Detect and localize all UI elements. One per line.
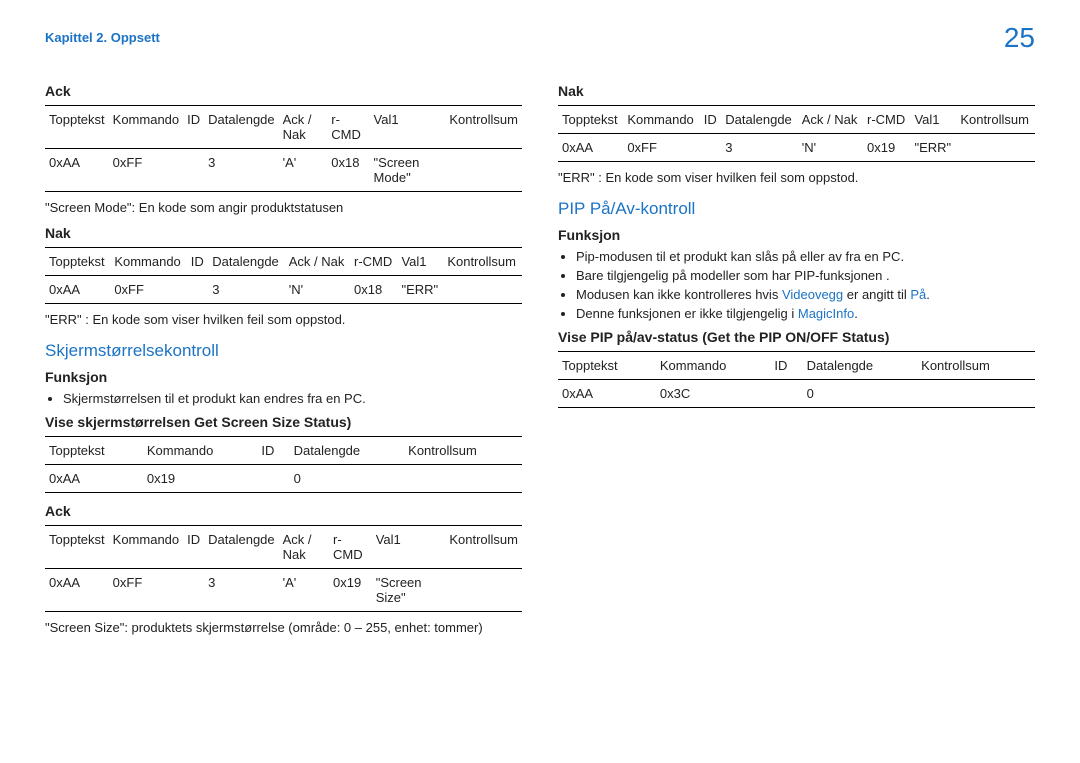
col-datalengde: Datalengde — [204, 106, 279, 149]
col-topptekst: Topptekst — [45, 106, 109, 149]
text: Modusen kan ikke kontrolleres hvis — [576, 287, 782, 302]
table-row: 0xAA 0x19 0 — [45, 465, 522, 493]
ack2-note: "Screen Size": produktets skjermstørrels… — [45, 620, 522, 635]
col-kommando: Kommando — [109, 106, 183, 149]
ack-table: Topptekst Kommando ID Datalengde Ack / N… — [45, 105, 522, 192]
vise-pip-heading: Vise PIP på/av-status (Get the PIP ON/OF… — [558, 329, 1035, 345]
nak-heading: Nak — [45, 225, 522, 241]
right-column: Nak Topptekst Kommando ID Datalengde Ack… — [558, 73, 1035, 643]
funksjon-heading-right: Funksjon — [558, 227, 1035, 243]
text: . — [854, 306, 858, 321]
magicinfo-link[interactable]: MagicInfo — [798, 306, 854, 321]
nak-table-right: Topptekst Kommando ID Datalengde Ack / N… — [558, 105, 1035, 162]
nak-heading-right: Nak — [558, 83, 1035, 99]
list-item: Modusen kan ikke kontrolleres hvis Video… — [576, 287, 1035, 302]
list-item: Bare tilgjengelig på modeller som har PI… — [576, 268, 1035, 283]
vise-table: Topptekst Kommando ID Datalengde Kontrol… — [45, 436, 522, 493]
pa-link[interactable]: På — [910, 287, 926, 302]
text: er angitt til — [843, 287, 910, 302]
funksjon-list-right: Pip-modusen til et produkt kan slås på e… — [558, 249, 1035, 321]
ack-note: "Screen Mode": En kode som angir produkt… — [45, 200, 522, 215]
videovegg-link[interactable]: Videovegg — [782, 287, 843, 302]
table-row: 0xAA 0xFF 3 'N' 0x19 "ERR" — [558, 134, 1035, 162]
col-kontrollsum: Kontrollsum — [445, 106, 522, 149]
table-row: 0xAA 0x3C 0 — [558, 380, 1035, 408]
page-number: 25 — [1004, 22, 1035, 54]
vise-heading: Vise skjermstørrelsen Get Screen Size St… — [45, 414, 522, 430]
two-column-layout: Ack Topptekst Kommando ID Datalengde Ack… — [45, 73, 1035, 643]
table-row: 0xAA 0xFF 3 'A' 0x18 "Screen Mode" — [45, 149, 522, 192]
col-acknak: Ack / Nak — [279, 106, 328, 149]
list-item: Pip-modusen til et produkt kan slås på e… — [576, 249, 1035, 264]
left-column: Ack Topptekst Kommando ID Datalengde Ack… — [45, 73, 522, 643]
pip-heading: PIP På/Av-kontroll — [558, 199, 1035, 219]
text: Denne funksjonen er ikke tilgjengelig i — [576, 306, 798, 321]
col-val1: Val1 — [370, 106, 446, 149]
nak-table: Topptekst Kommando ID Datalengde Ack / N… — [45, 247, 522, 304]
nak-note: "ERR" : En kode som viser hvilken feil s… — [45, 312, 522, 327]
nak-note-right: "ERR" : En kode som viser hvilken feil s… — [558, 170, 1035, 185]
list-item: Denne funksjonen er ikke tilgjengelig i … — [576, 306, 1035, 321]
ack-heading: Ack — [45, 83, 522, 99]
chapter-heading: Kapittel 2. Oppsett — [45, 30, 1035, 45]
ack2-table: Topptekst Kommando ID Datalengde Ack / N… — [45, 525, 522, 612]
table-row: 0xAA 0xFF 3 'A' 0x19 "Screen Size" — [45, 569, 522, 612]
text: . — [926, 287, 930, 302]
funksjon-list: Skjermstørrelsen til et produkt kan endr… — [45, 391, 522, 406]
col-id: ID — [183, 106, 204, 149]
col-rcmd: r-CMD — [327, 106, 369, 149]
list-item: Skjermstørrelsen til et produkt kan endr… — [63, 391, 522, 406]
vise-pip-table: Topptekst Kommando ID Datalengde Kontrol… — [558, 351, 1035, 408]
funksjon-heading: Funksjon — [45, 369, 522, 385]
table-row: 0xAA 0xFF 3 'N' 0x18 "ERR" — [45, 276, 522, 304]
ack2-heading: Ack — [45, 503, 522, 519]
skjerm-heading: Skjermstørrelsekontroll — [45, 341, 522, 361]
